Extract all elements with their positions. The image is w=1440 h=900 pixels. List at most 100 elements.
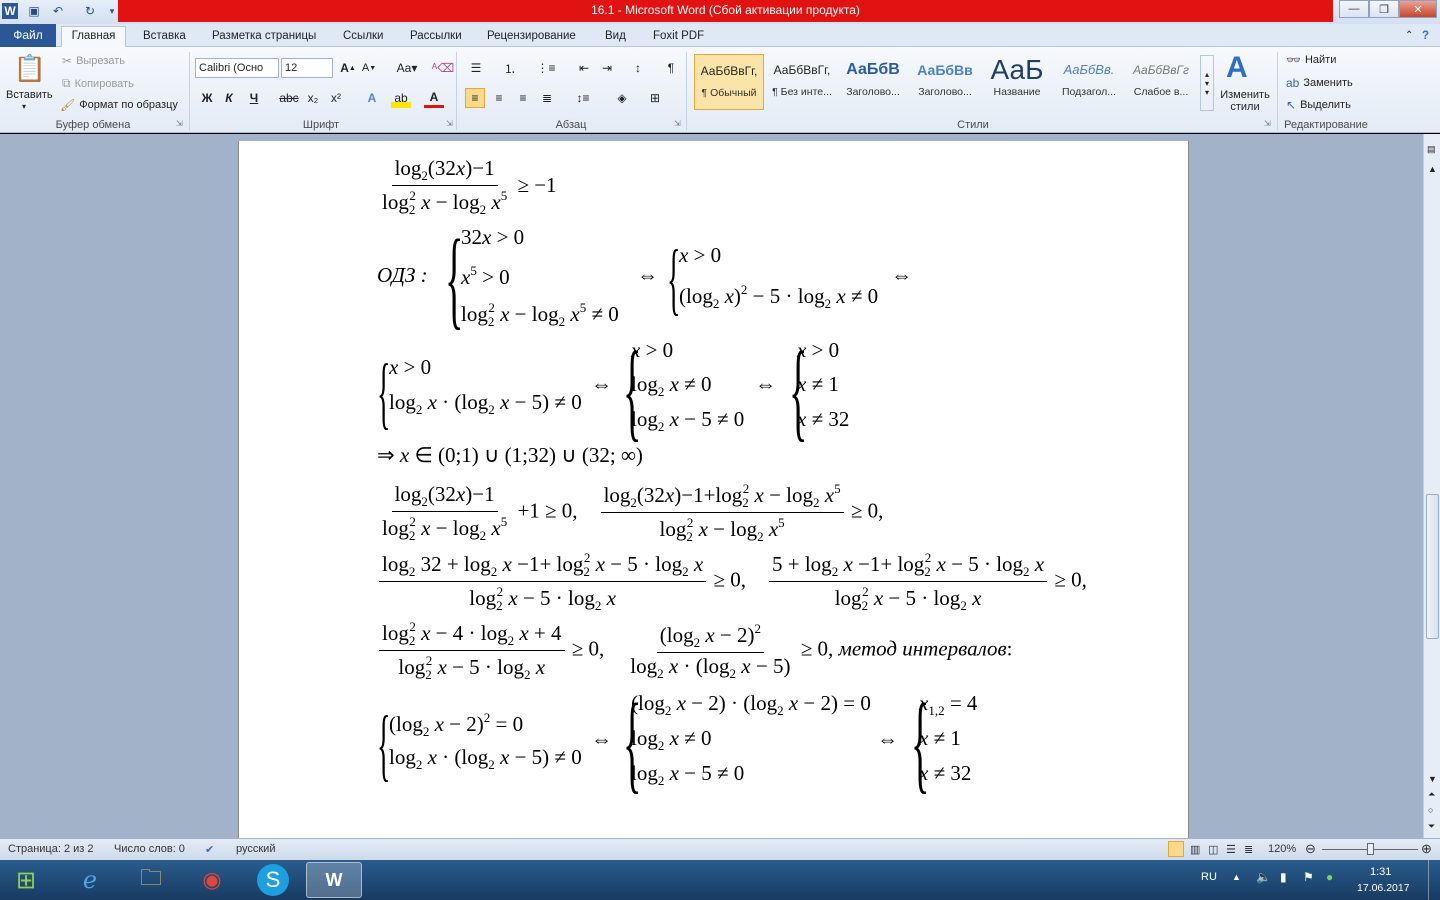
bold-icon[interactable]: Ж bbox=[197, 88, 217, 108]
web-layout-icon[interactable]: ◫ bbox=[1208, 843, 1218, 856]
shrink-font-icon[interactable]: A ▼ bbox=[359, 58, 379, 78]
tab-foxit-pdf[interactable]: Foxit PDF bbox=[647, 27, 710, 47]
browse-object-icon[interactable]: ○ bbox=[1428, 805, 1433, 815]
internet-explorer-icon[interactable]: ℯ bbox=[62, 862, 118, 898]
tab-mailings[interactable]: Рассылки bbox=[404, 27, 468, 47]
change-case-icon[interactable]: Aa▾ bbox=[393, 58, 421, 78]
next-page-icon[interactable]: ⏷ bbox=[1428, 821, 1435, 832]
word-taskbar-icon[interactable]: W bbox=[306, 862, 362, 898]
zoom-level[interactable]: 120% bbox=[1268, 843, 1296, 855]
format-painter-button[interactable]: 🖌 Формат по образцу bbox=[60, 98, 178, 112]
tab-references[interactable]: Ссылки bbox=[337, 27, 390, 47]
draft-view-icon[interactable]: ≣ bbox=[1244, 843, 1253, 856]
replace-button[interactable]: ab Заменить bbox=[1286, 76, 1353, 90]
font-launcher-icon[interactable]: ⇲ bbox=[446, 119, 453, 128]
line-spacing-icon[interactable]: ↕≡ bbox=[573, 88, 593, 108]
tab-view[interactable]: Вид bbox=[599, 27, 632, 47]
skype-icon[interactable]: S bbox=[257, 864, 289, 896]
help-icon[interactable]: ? bbox=[1416, 27, 1435, 47]
style-normal[interactable]: АаБбВвГг, ¶ Обычный bbox=[694, 54, 764, 110]
word-count[interactable]: Число слов: 0 bbox=[114, 843, 185, 855]
show-desktop-button[interactable] bbox=[1428, 860, 1440, 900]
style-heading-1[interactable]: АаБбВ Заголово... bbox=[838, 54, 908, 110]
styles-launcher-icon[interactable]: ⇲ bbox=[1264, 119, 1271, 128]
tab-file[interactable]: Файл bbox=[0, 24, 56, 47]
scroll-up-icon[interactable]: ▲ bbox=[1428, 164, 1437, 174]
paragraph-launcher-icon[interactable]: ⇲ bbox=[674, 119, 681, 128]
undo-icon[interactable]: ↶ bbox=[50, 3, 66, 19]
tray-expand-icon[interactable]: ▲ bbox=[1232, 872, 1241, 882]
bullets-icon[interactable]: ☰ bbox=[466, 58, 486, 78]
maximize-button[interactable]: ❐ bbox=[1369, 0, 1399, 18]
pilcrow-icon[interactable]: ¶ bbox=[661, 58, 681, 78]
highlight-icon[interactable]: ab bbox=[391, 88, 411, 108]
redo-icon[interactable]: ↻ bbox=[82, 3, 98, 19]
shading-icon[interactable]: ◈ bbox=[612, 88, 632, 108]
language-indicator[interactable]: русский bbox=[236, 843, 275, 855]
paste-icon[interactable]: 📋 bbox=[10, 51, 50, 85]
align-center-icon[interactable]: ≡ bbox=[489, 88, 509, 108]
chrome-icon[interactable]: ◉ bbox=[184, 862, 240, 898]
file-explorer-icon[interactable]: 🗀 bbox=[123, 862, 179, 898]
page-counter[interactable]: Страница: 2 из 2 bbox=[8, 843, 94, 855]
scroll-thumb[interactable] bbox=[1426, 494, 1439, 639]
change-styles-icon[interactable]: A bbox=[1226, 51, 1248, 85]
ruler-toggle-icon[interactable]: ▤ bbox=[1427, 144, 1436, 155]
style-no-spacing[interactable]: АаБбВвГг, ¶ Без инте... bbox=[767, 54, 837, 110]
document-page[interactable]: log2(32x)−1 log22 x − log2 x5 ≥ −1 ОДЗ : … bbox=[238, 141, 1189, 838]
tab-insert[interactable]: Вставка bbox=[137, 27, 192, 47]
tab-review[interactable]: Рецензирование bbox=[481, 27, 582, 47]
grow-font-icon[interactable]: A ▲ bbox=[338, 58, 358, 78]
previous-page-icon[interactable]: ⏶ bbox=[1428, 789, 1435, 800]
tab-page-layout[interactable]: Разметка страницы bbox=[206, 27, 322, 47]
clock-date[interactable]: 17.06.2017 bbox=[1357, 882, 1410, 894]
sort-icon[interactable]: ↕ bbox=[628, 58, 648, 78]
volume-icon[interactable]: 🔈 bbox=[1256, 870, 1271, 884]
increase-indent-icon[interactable]: ⇥ bbox=[597, 58, 617, 78]
borders-icon[interactable]: ⊞ bbox=[645, 88, 665, 108]
scroll-down-icon[interactable]: ▼ bbox=[1428, 774, 1437, 784]
zoom-in-icon[interactable]: ⊕ bbox=[1421, 841, 1432, 857]
vertical-scrollbar[interactable]: ▤ ▲ ▼ ⏶ ○ ⏷ bbox=[1423, 134, 1440, 838]
style-heading-2[interactable]: АаБбВв Заголово... bbox=[910, 54, 980, 110]
italic-icon[interactable]: К bbox=[219, 88, 239, 108]
select-button[interactable]: ↖ Выделить bbox=[1286, 98, 1351, 112]
underline-icon[interactable]: Ч bbox=[244, 88, 264, 108]
tray-app-icon[interactable]: ● bbox=[1326, 870, 1333, 884]
copy-button[interactable]: ⧉ Копировать bbox=[62, 76, 134, 91]
minimize-button[interactable]: — bbox=[1339, 0, 1369, 18]
change-styles-button[interactable]: Изменить стили bbox=[1218, 89, 1272, 113]
font-color-icon[interactable]: A bbox=[424, 88, 444, 108]
strikethrough-icon[interactable]: abc bbox=[279, 88, 299, 108]
align-right-icon[interactable]: ≡ bbox=[513, 88, 533, 108]
multilevel-list-icon[interactable]: ⋮≡ bbox=[536, 58, 556, 78]
clear-formatting-icon[interactable]: ᴬ⌫ bbox=[432, 58, 454, 78]
decrease-indent-icon[interactable]: ⇤ bbox=[574, 58, 594, 78]
styles-scroll-arrows-icon[interactable]: ▴ ▾ ▾ bbox=[1200, 55, 1214, 111]
save-icon[interactable]: ▣ bbox=[26, 3, 42, 19]
action-center-icon[interactable]: ⚑ bbox=[1303, 870, 1314, 884]
paste-dropdown-icon[interactable]: ▾ bbox=[22, 102, 26, 111]
zoom-out-icon[interactable]: ⊖ bbox=[1305, 841, 1316, 857]
subscript-icon[interactable]: x₂ bbox=[303, 88, 323, 108]
outline-view-icon[interactable]: ☰ bbox=[1226, 843, 1236, 856]
close-button[interactable]: ✕ bbox=[1399, 0, 1437, 18]
tab-home[interactable]: Главная bbox=[61, 26, 126, 48]
full-screen-reading-icon[interactable]: ▥ bbox=[1190, 843, 1200, 856]
font-name-combo[interactable]: Calibri (Осно bbox=[195, 58, 279, 78]
print-layout-view-icon[interactable] bbox=[1168, 841, 1184, 857]
superscript-icon[interactable]: x² bbox=[326, 88, 346, 108]
network-icon[interactable]: ▮ bbox=[1280, 870, 1287, 884]
style-subtle-emphasis[interactable]: АаБбВвГг Слабое в... bbox=[1126, 54, 1196, 110]
justify-icon[interactable]: ≣ bbox=[537, 88, 557, 108]
spelling-check-icon[interactable]: ✔ bbox=[205, 843, 214, 856]
word-app-icon[interactable]: W bbox=[2, 3, 18, 19]
text-effects-icon[interactable]: A bbox=[362, 88, 382, 108]
find-button[interactable]: 👓 Найти bbox=[1286, 53, 1336, 67]
zoom-slider-handle[interactable] bbox=[1367, 843, 1374, 855]
align-left-icon[interactable]: ≡ bbox=[465, 88, 485, 108]
clipboard-launcher-icon[interactable]: ⇲ bbox=[176, 119, 183, 128]
paste-button[interactable]: Вставить bbox=[6, 89, 53, 101]
start-button-icon[interactable]: ⊞ bbox=[4, 862, 48, 898]
font-size-combo[interactable]: 12 bbox=[281, 58, 333, 78]
